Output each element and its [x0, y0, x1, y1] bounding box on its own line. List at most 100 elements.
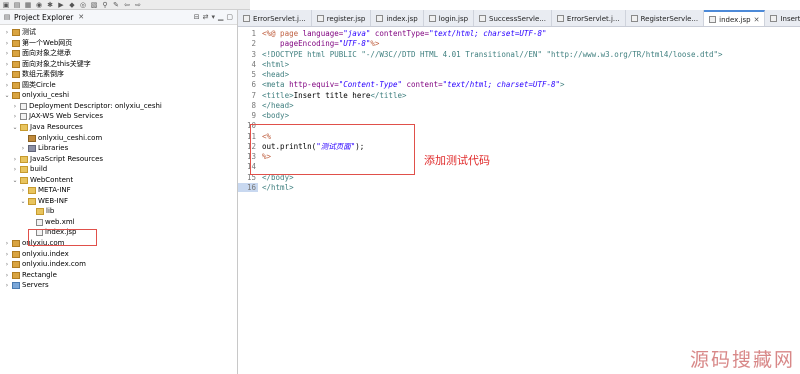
code-line[interactable]: <head> [262, 70, 289, 80]
minimize-icon[interactable]: ▁ [218, 13, 223, 21]
editor-tab[interactable]: ErrorServlet.j... [552, 10, 626, 26]
editor-tab[interactable]: ErrorServlet.j... [238, 10, 312, 26]
expand-right-icon[interactable]: › [4, 59, 10, 70]
file-icon [36, 218, 43, 226]
annotation-icon[interactable]: ✎ [112, 1, 120, 9]
tree-item[interactable]: lib [28, 206, 54, 217]
file-icon [556, 15, 564, 22]
tree-item[interactable]: › 第一个Web网页 [4, 38, 72, 49]
print-icon[interactable]: ▦ [24, 1, 32, 9]
code-editor[interactable]: 1 2 3 4 5 6 7 8 9 10 11 12 13 14 15 16 <%@ page languag… [238, 27, 800, 374]
tree-item[interactable]: › onlyxiu.index [4, 249, 69, 260]
expand-right-icon[interactable]: › [20, 143, 26, 154]
explorer-header: ▤ Project Explorer ✕ ⊟ ⇄ ▾ ▁ ▢ [0, 10, 237, 25]
code-line[interactable]: <%@ page language="java" contentType="te… [262, 29, 546, 39]
link-editor-icon[interactable]: ⇄ [203, 13, 209, 21]
expand-down-icon[interactable]: ⌄ [4, 90, 10, 101]
tab-label: register.jsp [326, 14, 366, 23]
prj-icon [12, 92, 20, 100]
tree-item[interactable]: › Rectangle [4, 270, 57, 281]
tree-item[interactable]: › 面向对象之继承 [4, 48, 71, 59]
tree-item[interactable]: › 面向对象之this关键字 [4, 59, 91, 70]
fold-icon [20, 123, 28, 131]
run-icon[interactable]: ▶ [57, 1, 65, 9]
expand-right-icon[interactable]: › [4, 259, 10, 270]
new-class-icon[interactable]: ◎ [79, 1, 87, 9]
tree-item[interactable]: › JAX-WS Web Services [12, 111, 103, 122]
back-icon[interactable]: ⇦ [123, 1, 131, 9]
expand-right-icon[interactable]: › [4, 48, 10, 59]
fold-icon [28, 187, 36, 195]
tree-item[interactable]: web.xml [28, 217, 75, 228]
code-line[interactable]: <meta http-equiv="Content-Type" content=… [262, 80, 565, 90]
tree-item[interactable]: › 数组元素倒序 [4, 69, 64, 80]
expand-right-icon[interactable]: › [12, 101, 18, 112]
project-explorer: ▤ Project Explorer ✕ ⊟ ⇄ ▾ ▁ ▢ › 测试 › 第一个We… [0, 10, 238, 374]
tree-item[interactable]: › META-INF [20, 185, 71, 196]
expand-right-icon[interactable]: › [4, 238, 10, 249]
expand-right-icon[interactable]: › [20, 185, 26, 196]
tree-item[interactable]: › Deployment Descriptor: onlyxiu_ceshi [12, 101, 162, 112]
expand-right-icon[interactable]: › [12, 164, 18, 175]
prj-icon [12, 71, 20, 79]
forward-icon[interactable]: ⇨ [134, 1, 142, 9]
tree-item[interactable]: › Servers [4, 280, 49, 291]
collapse-all-icon[interactable]: ⊟ [194, 13, 200, 21]
code-token: http-equiv= [289, 80, 339, 90]
expand-right-icon[interactable]: › [4, 270, 10, 281]
tree-item[interactable]: ⌄ WebContent [12, 175, 73, 186]
main-toolbar: ▣ ▤ ▦ ◉ ✱ ▶ ◆ ◎ ▧ ⚲ ✎ ⇦ ⇨ [0, 0, 250, 10]
search-icon[interactable]: ⚲ [101, 1, 109, 9]
tree-item[interactable]: › 测试 [4, 27, 36, 38]
tree-item[interactable]: › onlyxiu.index.com [4, 259, 86, 270]
code-line[interactable]: <title>Insert title here</title> [262, 91, 407, 101]
expand-right-icon[interactable]: › [4, 80, 10, 91]
expand-down-icon[interactable]: ⌄ [20, 196, 26, 207]
tree-item[interactable]: ⌄ WEB-INF [20, 196, 68, 207]
editor-tab[interactable]: index.jsp [371, 10, 424, 26]
code-line[interactable]: <body> [262, 111, 289, 121]
tree-item[interactable]: ⌄ Java Resources [12, 122, 83, 133]
debug-icon[interactable]: ✱ [46, 1, 54, 9]
external-tools-icon[interactable]: ◆ [68, 1, 76, 9]
expand-right-icon[interactable]: › [12, 154, 18, 165]
editor-tab[interactable]: register.jsp [312, 10, 372, 26]
editor-tab[interactable]: index.jsp ✕ [704, 10, 766, 26]
expand-right-icon[interactable]: › [4, 69, 10, 80]
tree-item[interactable]: › build [12, 164, 47, 175]
code-line[interactable]: </head> [262, 101, 294, 111]
code-line[interactable]: <!DOCTYPE html PUBLIC "-//W3C//DTD HTML … [262, 50, 723, 60]
tab-label: login.jsp [438, 14, 469, 23]
tree-item[interactable]: onlyxiu_ceshi.com [20, 133, 102, 144]
tree-item[interactable]: ⌄ onlyxiu_ceshi [4, 90, 69, 101]
file-icon [376, 15, 384, 22]
line-number: 8 [251, 100, 256, 110]
close-tab-icon[interactable]: ✕ [754, 16, 760, 24]
code-line[interactable]: </html> [262, 183, 294, 193]
expand-right-icon[interactable]: › [4, 27, 10, 38]
expand-right-icon[interactable]: › [12, 111, 18, 122]
expand-right-icon[interactable]: › [4, 280, 10, 291]
tree-item[interactable]: › Libraries [20, 143, 68, 154]
editor-tab[interactable]: Insert t [765, 10, 800, 26]
tree-item[interactable]: › JavaScript Resources [12, 154, 103, 165]
editor-tab[interactable]: login.jsp [424, 10, 475, 26]
expand-down-icon[interactable]: ⌄ [12, 122, 18, 133]
code-line[interactable]: <html> [262, 60, 289, 70]
open-type-icon[interactable]: ▧ [90, 1, 98, 9]
new-icon[interactable]: ▣ [2, 1, 10, 9]
maximize-icon[interactable]: ▢ [226, 13, 233, 21]
save-icon[interactable]: ▤ [13, 1, 21, 9]
close-icon[interactable]: ✕ [78, 13, 84, 21]
server-icon[interactable]: ◉ [35, 1, 43, 9]
view-menu-icon[interactable]: ▾ [211, 13, 215, 21]
expand-right-icon[interactable]: › [4, 249, 10, 260]
file-icon [630, 15, 638, 22]
code-line[interactable]: pageEncoding="UTF-8"%> [262, 39, 379, 49]
expand-right-icon[interactable]: › [4, 38, 10, 49]
expand-down-icon[interactable]: ⌄ [12, 175, 18, 186]
tree-item[interactable]: › 圆类Circle [4, 80, 56, 91]
file-icon [20, 102, 27, 110]
editor-tab[interactable]: RegisterServle... [626, 10, 705, 26]
editor-tab[interactable]: SuccessServle... [474, 10, 552, 26]
